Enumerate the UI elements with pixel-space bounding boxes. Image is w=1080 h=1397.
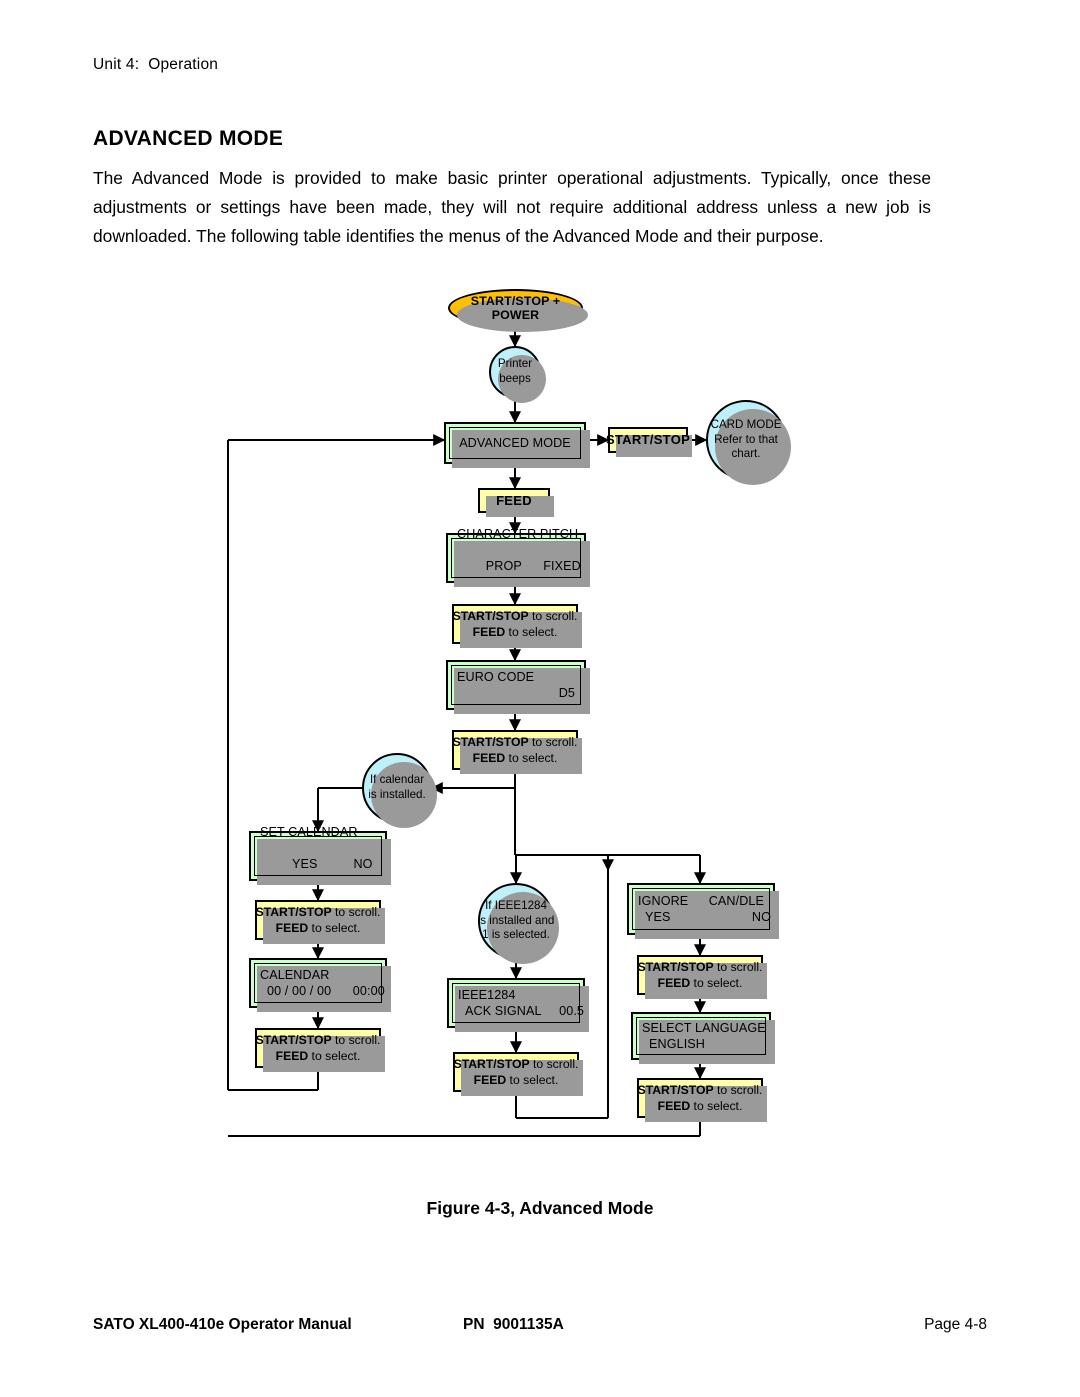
hint-1-line-1: START/STOP to scroll. [452,609,578,623]
printer-beeps-line-2: beeps [499,372,531,385]
hint-2-line-2: FEED to select. [472,751,558,765]
if-ieee-line-3: 1 is selected. [482,928,550,942]
hint-6-line-1: START/STOP to scroll. [637,960,763,974]
page-title: ADVANCED MODE [93,127,284,151]
node-hint-scroll-select-6: START/STOP to scroll. FEED to select. [637,955,767,999]
ignore-candle-line-2: YES NO [617,909,785,925]
set-calendar-no[interactable]: NO [353,857,372,871]
card-mode-line-3: chart. [731,447,761,461]
set-calendar-line-2: YES NO [260,840,376,888]
hint-1-line-2: FEED to select. [472,625,558,639]
footer-part-number: PN 9001135A [463,1316,564,1333]
node-start-label: START/STOP + POWER [470,294,561,322]
hint-3-line-1: START/STOP to scroll. [255,905,381,919]
select-language-line-1: SELECT LANGUAGE [642,1021,766,1035]
character-pitch-line-1: CHARACTER PITCH [457,527,579,541]
intro-paragraph: The Advanced Mode is provided to make ba… [93,168,931,246]
feed-key-label: FEED [496,492,532,508]
advanced-mode-line-1: ADVANCED MODE [459,436,571,450]
hint-5-line-1: START/STOP to scroll. [453,1057,579,1071]
set-calendar-yes[interactable]: YES [292,857,318,871]
node-printer-beeps: Printer beeps [489,346,546,403]
footer-manual: SATO XL400-410e Operator Manual [93,1316,352,1333]
node-select-language[interactable]: SELECT LANGUAGE ENGLISH [631,1012,775,1064]
node-card-mode[interactable]: CARD MODE Refer to that chart. [706,400,791,485]
node-euro-code[interactable]: EURO CODE D5 [446,660,590,714]
printer-beeps-line-1: Printer [497,357,533,371]
set-calendar-line-1: SET CALENDAR [260,825,358,839]
select-language-value: ENGLISH [649,1037,705,1051]
node-hint-scroll-select-4: START/STOP to scroll. FEED to select. [255,1028,385,1072]
node-start-stop-key[interactable]: START/STOP [605,427,692,457]
node-calendar[interactable]: CALENDAR 00 / 00 / 00 00:00 [249,958,391,1012]
node-character-pitch[interactable]: CHARACTER PITCH PROP FIXED [446,527,590,587]
hint-7-line-1: START/STOP to scroll. [637,1083,763,1097]
node-set-calendar[interactable]: SET CALENDAR YES NO [249,825,391,885]
advanced-mode-flowchart: START/STOP + POWER Printer beeps ADVANCE… [0,270,1080,1170]
node-ieee1284[interactable]: IEEE1284 ACK SIGNAL 00.5 [447,978,589,1032]
node-ignore-candle[interactable]: IGNORE CAN/DLE YES NO [627,883,779,939]
node-hint-scroll-select-2: START/STOP to scroll. FEED to select. [452,730,582,774]
start-stop-key-label: START/STOP [605,432,691,447]
node-feed-key[interactable]: FEED [478,488,554,517]
node-if-calendar-installed: If calendar is installed. [362,753,437,828]
footer-page-number: Page 4-8 [924,1316,987,1333]
hint-6-line-2: FEED to select. [657,976,743,990]
ieee1284-ack-signal: ACK SIGNAL 00.5 [465,1004,585,1018]
calendar-value: 00 / 00 / 00 00:00 [267,984,385,998]
if-calendar-line-1: If calendar [369,773,425,787]
ignore-candle-line-1: IGNORE CAN/DLE [638,893,764,909]
if-ieee-line-2: is installed and [477,913,555,927]
node-hint-scroll-select-7: START/STOP to scroll. FEED to select. [637,1078,767,1122]
node-hint-scroll-select-3: START/STOP to scroll. FEED to select. [255,900,385,944]
hint-5-line-2: FEED to select. [473,1073,559,1087]
hint-4-line-2: FEED to select. [275,1049,361,1063]
card-mode-line-1: CARD MODE [710,418,782,432]
character-pitch-line-2: PROP FIXED [457,542,581,590]
euro-code-value: D5 [558,686,575,700]
candle-label: CAN/DLE [708,894,764,908]
ignore-no[interactable]: NO [752,909,771,925]
node-hint-scroll-select-1: START/STOP to scroll. FEED to select. [452,604,582,648]
ignore-yes[interactable]: YES [645,909,671,925]
character-pitch-prop: PROP [485,559,522,573]
figure-caption: Figure 4-3, Advanced Mode [426,1198,654,1218]
calendar-line-1: CALENDAR [260,968,330,982]
flowchart-connectors [227,327,708,1137]
if-ieee-line-1: If IEEE1284 [485,899,547,913]
ignore-label: IGNORE [638,894,689,908]
running-head: Unit 4: Operation [93,56,219,73]
hint-4-line-1: START/STOP to scroll. [255,1033,381,1047]
node-if-ieee1284-installed: If IEEE1284 is installed and 1 is select… [477,883,559,964]
character-pitch-fixed: FIXED [543,559,581,573]
node-hint-scroll-select-5: START/STOP to scroll. FEED to select. [453,1052,583,1096]
if-calendar-line-2: is installed. [368,788,426,801]
node-advanced-mode[interactable]: ADVANCED MODE [444,422,590,468]
node-start-stop-power[interactable]: START/STOP + POWER [448,289,588,332]
card-mode-line-2: Refer to that [714,432,778,446]
hint-2-line-1: START/STOP to scroll. [452,735,578,749]
hint-7-line-2: FEED to select. [657,1099,743,1113]
euro-code-line-1: EURO CODE [457,670,535,684]
ieee1284-line-1: IEEE1284 [458,988,516,1002]
hint-3-line-2: FEED to select. [275,921,361,935]
